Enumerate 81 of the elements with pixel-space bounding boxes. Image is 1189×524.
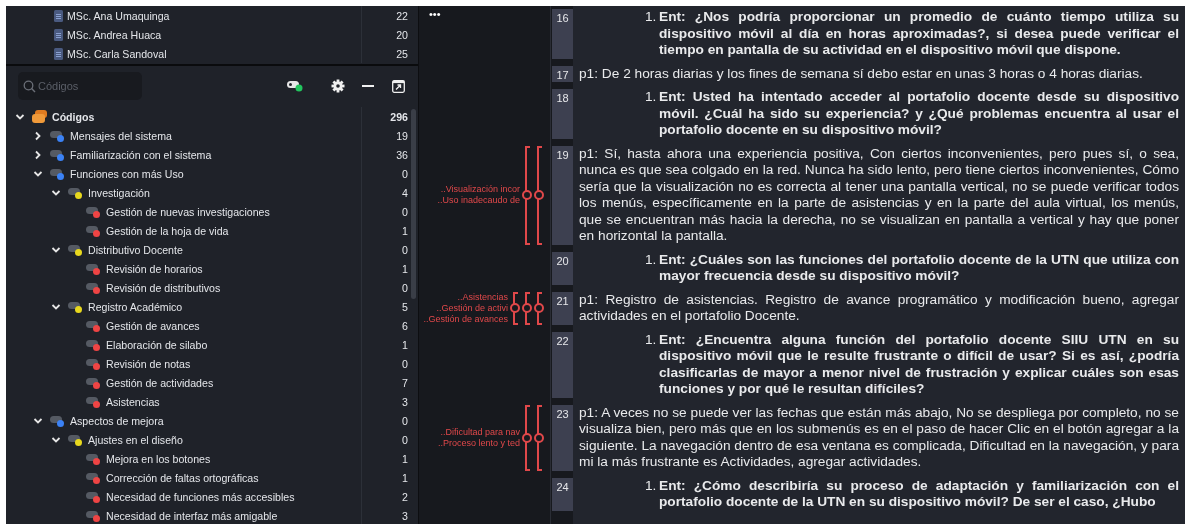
code-name: Códigos bbox=[52, 110, 96, 123]
code-name: Registro Académico bbox=[88, 300, 184, 313]
code-name: Necesidad de funciones más accesibles bbox=[106, 490, 296, 503]
paragraph-number[interactable]: 22 bbox=[552, 331, 573, 398]
interview-answer: p1: De 2 horas diarias y los fines de semana sí debo estar en unas 3 horas o 4 horas diarias. bbox=[578, 65, 1144, 83]
paragraph-number[interactable]: 23 bbox=[552, 404, 573, 471]
code-name: Revisión de horarios bbox=[106, 262, 204, 275]
paragraph-number[interactable]: 18 bbox=[552, 89, 573, 139]
document-item[interactable]: MSc. Carla Sandoval 25 bbox=[6, 44, 418, 63]
code-label[interactable]: ..Uso inadecaudo de bbox=[437, 195, 520, 206]
code-tree-item[interactable]: Registro Académico 5 bbox=[6, 297, 418, 316]
paragraph-number[interactable]: 24 bbox=[552, 477, 573, 511]
document-item[interactable]: MSc. Andrea Huaca 20 bbox=[6, 25, 418, 44]
document-name: MSc. Andrea Huaca bbox=[67, 28, 163, 41]
code-name: Funciones con más Uso bbox=[70, 167, 185, 180]
document-name: MSc. Ana Umaquinga bbox=[67, 9, 171, 22]
code-name: Gestión de nuevas investigaciones bbox=[106, 205, 271, 218]
code-count: 1 bbox=[361, 335, 418, 354]
code-tree-item[interactable]: Necesidad de funciones más accesibles 2 bbox=[6, 487, 418, 506]
code-name: Gestión de actividades bbox=[106, 376, 215, 389]
document-item[interactable]: MSc. Ana Umaquinga 22 bbox=[6, 6, 418, 25]
code-name: Investigación bbox=[88, 186, 151, 199]
code-count: 0 bbox=[361, 354, 418, 373]
document-count: 25 bbox=[361, 44, 418, 63]
code-name: Revisión de distributivos bbox=[106, 281, 222, 294]
document-count: 22 bbox=[361, 6, 418, 25]
code-name: Asistencias bbox=[106, 395, 161, 408]
code-name: Distributivo Docente bbox=[88, 243, 184, 256]
code-tree-item[interactable]: Asistencias 3 bbox=[6, 392, 418, 411]
paragraph-number[interactable]: 21 bbox=[552, 291, 573, 325]
paragraph-number[interactable]: 16 bbox=[552, 9, 573, 59]
code-count: 1 bbox=[361, 449, 418, 468]
paragraph-number[interactable]: 20 bbox=[552, 251, 573, 285]
code-name: Ajustes en el diseño bbox=[88, 433, 184, 446]
interview-answer: p1: Registro de asistencias. Registro de avance programático y modificación bueno, agregar actividades en el portafolio Docente. bbox=[578, 291, 1180, 325]
code-count: 3 bbox=[361, 506, 418, 524]
code-label[interactable]: ..Proceso lento y ted bbox=[437, 437, 520, 449]
code-name: Gestión de la hoja de vida bbox=[106, 224, 230, 237]
code-tree-item[interactable]: Mejora en los botones 1 bbox=[6, 449, 418, 468]
code-tree-item[interactable]: Elaboración de silabo 1 bbox=[6, 335, 418, 354]
code-name: Familiarización con el sistema bbox=[70, 148, 213, 161]
code-name: Mensajes del sistema bbox=[70, 129, 173, 142]
code-count: 0 bbox=[361, 411, 418, 430]
interview-question: 1. Ent: ¿Encuentra alguna función del portafolio docente SIIU UTN en su dispositivo móvil que le resulte frustrante o difícil de usar? Si es así, ¿podría clasificarlas de mayor a menor nivel de frustración y explicar cuáles son esas funciones y por qué le resultan difíciles? bbox=[644, 331, 1181, 398]
paragraph-number[interactable]: 19 bbox=[552, 145, 573, 245]
code-name: Necesidad de interfaz más amigable bbox=[106, 509, 279, 522]
code-name: Gestión de avances bbox=[106, 319, 201, 332]
code-label[interactable]: ..Gestión de avances bbox=[423, 313, 508, 325]
code-tree-item[interactable]: Aspectos de mejora 0 bbox=[6, 411, 418, 430]
code-count: 6 bbox=[361, 316, 418, 335]
code-label[interactable]: ..Asistencias bbox=[457, 291, 508, 303]
code-label[interactable]: ..Dificultad para nav bbox=[440, 426, 520, 438]
code-tree-item[interactable]: Necesidad de interfaz más amigable 3 bbox=[6, 506, 418, 524]
interview-question: 1. Ent: Usted ha intentado acceder al portafolio docente desde su dispositivo móvil. ¿Cuál ha sido su experiencia? y ¿Qué problemas encuentra al usar el portafolio docente en su dispositivo móvil? bbox=[644, 89, 1180, 139]
code-name: Elaboración de silabo bbox=[106, 338, 209, 351]
interview-answer: p1: Sí, hasta ahora una experiencia positiva, Con ciertos inconvenientes, pero pues sí, o sea, nunca es que sea colgado en la red. Nunca ha sido lento, pero tiene ciertos inconvenientes, Cómo sería que la visualización no es correcta al tener una pantalla vertical, no se puede verificar todos los menús, específicamente en la parte de asistencias y en la parte del aula virtual, los menús, que se encuentran más hacia la derecha, no se visualizan en pantalla a vertical y hay que poner en horizontal la pantalla. bbox=[578, 145, 1180, 245]
code-tree-item[interactable]: Gestión de actividades 7 bbox=[6, 373, 418, 392]
paragraph-number[interactable]: 17 bbox=[552, 65, 573, 82]
code-name: Mejora en los botones bbox=[106, 452, 212, 465]
code-count: 7 bbox=[361, 373, 418, 392]
code-name: Corrección de faltas ortográficas bbox=[106, 471, 260, 484]
interview-question: 1. Ent: ¿Nos podría proporcionar un promedio de cuánto tiempo utiliza su dispositivo móvil al día en horas aproximadas?, si desea puede verificar el tiempo en pantalla de su actividad en el dispositivo móvil que dispone. bbox=[644, 8, 1180, 59]
interview-question: 1. Ent: ¿Cómo describiría su proceso de adaptación y familiarización con el portafolio docente de la UTN en su dispositivo móvil? De ser el caso, ¿Hubo bbox=[644, 477, 1180, 511]
code-label[interactable]: ..Gestión de activi bbox=[436, 302, 508, 314]
code-count: 3 bbox=[361, 392, 418, 411]
search-field[interactable]: Códigos bbox=[18, 72, 142, 100]
interview-question: 1. Ent: ¿Cuáles son las funciones del portafolio docente de la UTN que utiliza con mayor frecuencia desde su dispositivo móvil? bbox=[644, 251, 1180, 285]
document-name: MSc. Carla Sandoval bbox=[67, 47, 168, 60]
document-count: 20 bbox=[361, 25, 418, 44]
code-label[interactable]: ..Visualización incor bbox=[440, 184, 520, 195]
code-count: 0 bbox=[361, 430, 418, 449]
code-tree-item[interactable]: Revisión de notas 0 bbox=[6, 354, 418, 373]
code-tree-item[interactable]: Ajustes en el diseño 0 bbox=[6, 430, 418, 449]
code-count: 2 bbox=[361, 487, 418, 506]
code-tree-item[interactable]: Gestión de avances 6 bbox=[6, 316, 418, 335]
code-name: Revisión de notas bbox=[106, 357, 192, 370]
code-tree-item[interactable]: Corrección de faltas ortográficas 1 bbox=[6, 468, 418, 487]
more-menu-button[interactable]: ••• bbox=[429, 8, 441, 20]
code-name: Aspectos de mejora bbox=[70, 414, 165, 427]
interview-answer: p1: A veces no se puede ver las fechas que están más abajo, No se despliega por completo, no se visualiza bien, pero más que en los submenús es en el paso de hacer Clic en el botón agregar a la siguiente. La navegación dentro de esa ventana es complicada, Dificultad en la navegación, y para mi la más frustrante es Actividades, agregar actividades. bbox=[578, 404, 1180, 471]
code-count: 1 bbox=[361, 468, 418, 487]
